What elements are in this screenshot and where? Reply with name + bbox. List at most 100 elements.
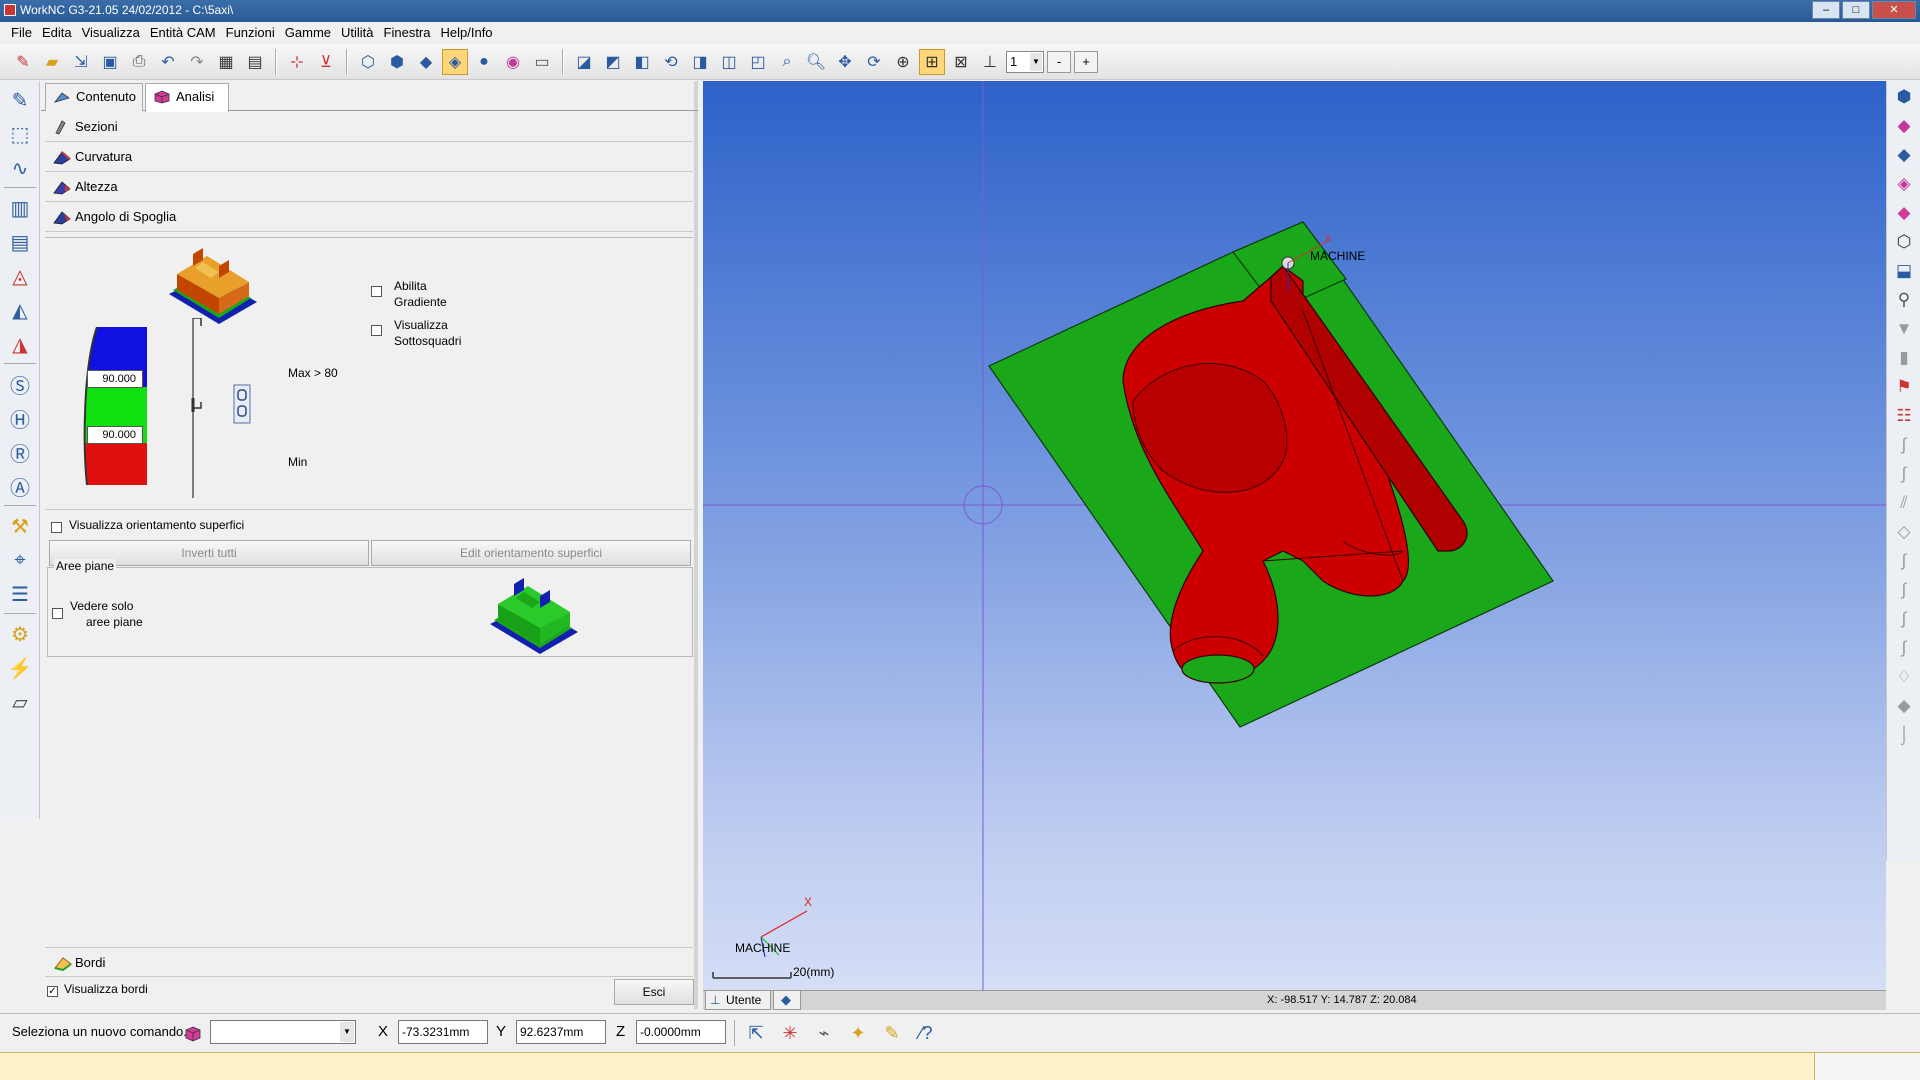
close-button[interactable]: ✕ (1872, 1, 1916, 19)
section-sezioni[interactable]: Sezioni (45, 112, 693, 142)
menu-edita[interactable]: Edita (37, 22, 77, 44)
zoom-level-select[interactable]: 1 ▼ (1006, 50, 1044, 73)
menu-finestra[interactable]: Finestra (379, 22, 436, 44)
path-icon-11[interactable]: ⌡ (1891, 722, 1917, 748)
menu-entita-cam[interactable]: Entità CAM (145, 22, 221, 44)
axis-xyz-icon[interactable]: ⊹ (284, 49, 310, 75)
strategy-r-icon[interactable]: Ⓡ (4, 437, 36, 467)
panel-toggle-icon[interactable]: ▤ (242, 49, 268, 75)
zoom-minus-button[interactable]: - (1047, 50, 1071, 73)
link-lock-icon[interactable] (233, 384, 251, 424)
visualizza-orientamento-checkbox[interactable] (51, 522, 62, 533)
command-input[interactable]: ▼ (210, 1020, 356, 1044)
zlevel-icon[interactable]: ◮ (4, 329, 36, 359)
roughing-icon[interactable]: ▥ (4, 193, 36, 223)
tool-list-icon[interactable]: ☷ (1891, 403, 1917, 429)
wireframe-view-icon[interactable]: ⬡ (355, 49, 381, 75)
section-bordi[interactable]: Bordi (45, 947, 693, 977)
measure-icon[interactable]: ⊠ (948, 49, 974, 75)
path-icon-4[interactable]: ◇ (1891, 519, 1917, 545)
finishing-icon[interactable]: ◬ (4, 261, 36, 291)
view-rotate-icon[interactable]: ⟲ (658, 49, 684, 75)
axis-machine-icon[interactable]: ⊻ (313, 49, 339, 75)
import-icon[interactable]: ⇲ (68, 49, 94, 75)
menu-utilita[interactable]: Utilità (336, 22, 379, 44)
menu-visualizza[interactable]: Visualizza (77, 22, 145, 44)
menu-funzioni[interactable]: Funzioni (221, 22, 280, 44)
stock-icon[interactable]: ⬡ (1891, 229, 1917, 255)
rest-roughing-icon[interactable]: ▤ (4, 227, 36, 257)
esci-button[interactable]: Esci (614, 979, 694, 1005)
path-icon-7[interactable]: ∫ (1891, 606, 1917, 632)
snap-edge-icon[interactable]: ✎ (878, 1020, 906, 1046)
shaded-edges-view-icon[interactable]: ◈ (442, 48, 468, 75)
toolpath-edit-icon[interactable]: ⌖ (4, 545, 36, 575)
strategy-s-icon[interactable]: Ⓢ (4, 369, 36, 399)
zoom-plus-button[interactable]: + (1074, 50, 1098, 73)
grid-icon[interactable]: ▦ (213, 49, 239, 75)
zoom-icon[interactable]: 🔍︎ (803, 49, 829, 75)
section-altezza[interactable]: Altezza (45, 172, 693, 202)
view-back-icon[interactable]: ◰ (745, 49, 771, 75)
path-icon-3[interactable]: ⫽ (1891, 490, 1917, 516)
snap-curve-icon[interactable]: ⌁ (810, 1020, 838, 1046)
cube-red-icon[interactable]: ◆ (1891, 113, 1917, 139)
pick-icon[interactable]: ⊥ (977, 49, 1003, 75)
z-coordinate-field[interactable]: -0.0000mm (636, 1020, 726, 1044)
path-icon-5[interactable]: ∫ (1891, 548, 1917, 574)
cube-pink-icon[interactable]: ◆ (1891, 200, 1917, 226)
pan-icon[interactable]: ✥ (832, 49, 858, 75)
view-iso-icon[interactable]: ◪ (571, 49, 597, 75)
undo-icon[interactable]: ↶ (155, 49, 181, 75)
tab-cube-view[interactable]: ◆ (773, 991, 801, 1010)
snap-point-icon[interactable]: ✳ (776, 1020, 804, 1046)
y-coordinate-field[interactable]: 92.6237mm (516, 1020, 606, 1044)
print-icon[interactable]: ⎙ (126, 49, 152, 75)
document-icon[interactable]: ▱ (4, 687, 36, 717)
tab-contenuto[interactable]: Contenuto (45, 83, 143, 111)
zoom-window-icon[interactable]: ⌕ (774, 49, 800, 75)
path-icon-2[interactable]: ∫ (1891, 461, 1917, 487)
part-edit-icon[interactable]: ✎ (4, 85, 36, 115)
select-mode-icon[interactable]: ⊞ (919, 48, 945, 75)
open-folder-icon[interactable]: ▰ (39, 49, 65, 75)
cube-blue-icon[interactable]: ◆ (1891, 142, 1917, 168)
abilita-gradiente-checkbox[interactable] (371, 286, 382, 297)
visualizza-bordi-checkbox[interactable]: ✓ (47, 986, 58, 997)
simulation-icon[interactable]: ⚙ (4, 619, 36, 649)
view-right-icon[interactable]: ◫ (716, 49, 742, 75)
section-curvatura[interactable]: Curvatura (45, 142, 693, 172)
pick-point-icon[interactable]: ⇱ (742, 1020, 770, 1046)
max-angle-value[interactable]: 90.000 (87, 370, 143, 388)
menu-help[interactable]: Help/Info (436, 22, 498, 44)
save-icon[interactable]: ▣ (97, 49, 123, 75)
view-front-icon[interactable]: ◧ (629, 49, 655, 75)
new-file-icon[interactable]: ✎ (10, 49, 36, 75)
tool-icon[interactable]: ▼ (1891, 316, 1917, 342)
center-view-icon[interactable]: ⊕ (890, 49, 916, 75)
cube-multi-icon[interactable]: ◈ (1891, 171, 1917, 197)
min-angle-value[interactable]: 90.000 (87, 426, 143, 444)
rotate-view-icon[interactable]: ⟳ (861, 49, 887, 75)
3d-viewport[interactable]: x MACHINE X MACHINE 20(mm) (703, 81, 1886, 990)
view-top-icon[interactable]: ◩ (600, 49, 626, 75)
edit-orientamento-button[interactable]: Edit orientamento superfici (371, 540, 691, 566)
menu-file[interactable]: File (6, 22, 37, 44)
tool-color-icon[interactable]: ⚑ (1891, 374, 1917, 400)
shaded-view-icon[interactable]: ◆ (413, 49, 439, 75)
tab-analisi[interactable]: Analisi (145, 83, 229, 112)
toolpath-icon[interactable]: ⚒ (4, 511, 36, 541)
section-angolo-spoglia[interactable]: Angolo di Spoglia (45, 202, 693, 232)
tab-utente[interactable]: ⊥ Utente (705, 991, 771, 1010)
viewport-canvas[interactable]: x MACHINE X MACHINE 20(mm) (703, 81, 1886, 990)
path-icon-1[interactable]: ∫ (1891, 432, 1917, 458)
post-process-icon[interactable]: ⚡ (4, 653, 36, 683)
stock-edit-icon[interactable]: ⬓ (1891, 258, 1917, 284)
analysis-view-icon[interactable]: ◉ (500, 49, 526, 75)
hidden-line-view-icon[interactable]: ⬢ (384, 49, 410, 75)
snap-surface-icon[interactable]: ✦ (844, 1020, 872, 1046)
path-icon-8[interactable]: ∫ (1891, 635, 1917, 661)
part-analysis-icon[interactable]: ⬢ (1891, 84, 1917, 110)
surface-icon[interactable]: ⬚ (4, 119, 36, 149)
path-icon-6[interactable]: ∫ (1891, 577, 1917, 603)
